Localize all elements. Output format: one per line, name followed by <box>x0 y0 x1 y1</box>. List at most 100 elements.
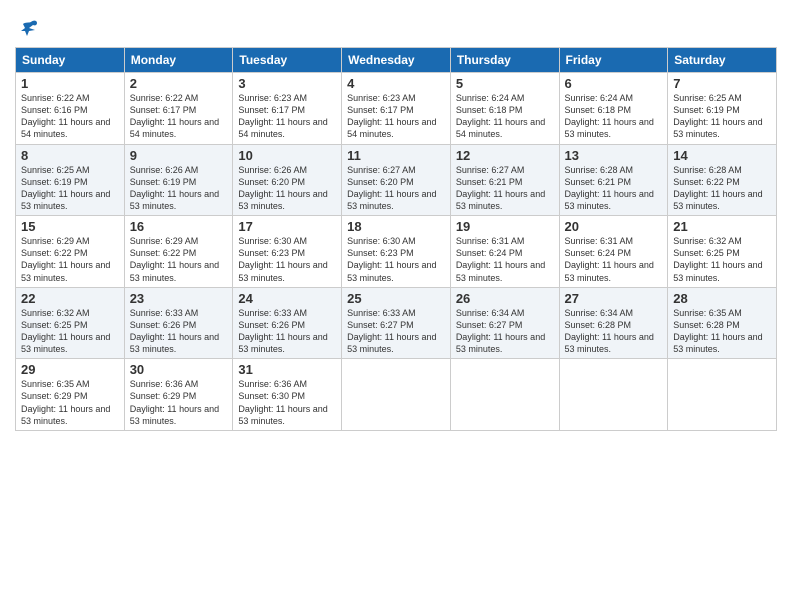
table-row: 26 Sunrise: 6:34 AM Sunset: 6:27 PM Dayl… <box>450 287 559 359</box>
table-row: 1 Sunrise: 6:22 AM Sunset: 6:16 PM Dayli… <box>16 73 125 145</box>
page: Sunday Monday Tuesday Wednesday Thursday… <box>0 0 792 612</box>
day-number: 31 <box>238 362 336 377</box>
day-info: Sunrise: 6:36 AM Sunset: 6:29 PM Dayligh… <box>130 378 228 427</box>
table-row: 29 Sunrise: 6:35 AM Sunset: 6:29 PM Dayl… <box>16 359 125 431</box>
day-number: 10 <box>238 148 336 163</box>
table-row <box>559 359 668 431</box>
day-number: 26 <box>456 291 554 306</box>
header-monday: Monday <box>124 48 233 73</box>
day-number: 13 <box>565 148 663 163</box>
day-info: Sunrise: 6:33 AM Sunset: 6:26 PM Dayligh… <box>238 307 336 356</box>
table-row: 5 Sunrise: 6:24 AM Sunset: 6:18 PM Dayli… <box>450 73 559 145</box>
day-info: Sunrise: 6:28 AM Sunset: 6:22 PM Dayligh… <box>673 164 771 213</box>
table-row: 22 Sunrise: 6:32 AM Sunset: 6:25 PM Dayl… <box>16 287 125 359</box>
calendar-week-row: 15 Sunrise: 6:29 AM Sunset: 6:22 PM Dayl… <box>16 216 777 288</box>
day-info: Sunrise: 6:30 AM Sunset: 6:23 PM Dayligh… <box>347 235 445 284</box>
day-info: Sunrise: 6:33 AM Sunset: 6:26 PM Dayligh… <box>130 307 228 356</box>
table-row: 9 Sunrise: 6:26 AM Sunset: 6:19 PM Dayli… <box>124 144 233 216</box>
table-row <box>342 359 451 431</box>
day-number: 17 <box>238 219 336 234</box>
table-row: 18 Sunrise: 6:30 AM Sunset: 6:23 PM Dayl… <box>342 216 451 288</box>
day-number: 15 <box>21 219 119 234</box>
table-row: 17 Sunrise: 6:30 AM Sunset: 6:23 PM Dayl… <box>233 216 342 288</box>
table-row: 4 Sunrise: 6:23 AM Sunset: 6:17 PM Dayli… <box>342 73 451 145</box>
day-info: Sunrise: 6:36 AM Sunset: 6:30 PM Dayligh… <box>238 378 336 427</box>
day-number: 12 <box>456 148 554 163</box>
day-info: Sunrise: 6:34 AM Sunset: 6:28 PM Dayligh… <box>565 307 663 356</box>
day-number: 4 <box>347 76 445 91</box>
day-info: Sunrise: 6:34 AM Sunset: 6:27 PM Dayligh… <box>456 307 554 356</box>
table-row: 24 Sunrise: 6:33 AM Sunset: 6:26 PM Dayl… <box>233 287 342 359</box>
table-row: 11 Sunrise: 6:27 AM Sunset: 6:20 PM Dayl… <box>342 144 451 216</box>
day-info: Sunrise: 6:25 AM Sunset: 6:19 PM Dayligh… <box>21 164 119 213</box>
day-number: 14 <box>673 148 771 163</box>
table-row: 12 Sunrise: 6:27 AM Sunset: 6:21 PM Dayl… <box>450 144 559 216</box>
day-number: 29 <box>21 362 119 377</box>
header-tuesday: Tuesday <box>233 48 342 73</box>
header-wednesday: Wednesday <box>342 48 451 73</box>
day-info: Sunrise: 6:33 AM Sunset: 6:27 PM Dayligh… <box>347 307 445 356</box>
calendar-table: Sunday Monday Tuesday Wednesday Thursday… <box>15 47 777 431</box>
day-number: 30 <box>130 362 228 377</box>
day-info: Sunrise: 6:27 AM Sunset: 6:21 PM Dayligh… <box>456 164 554 213</box>
day-info: Sunrise: 6:26 AM Sunset: 6:19 PM Dayligh… <box>130 164 228 213</box>
day-info: Sunrise: 6:27 AM Sunset: 6:20 PM Dayligh… <box>347 164 445 213</box>
day-info: Sunrise: 6:28 AM Sunset: 6:21 PM Dayligh… <box>565 164 663 213</box>
header <box>15 10 777 39</box>
day-number: 23 <box>130 291 228 306</box>
day-number: 22 <box>21 291 119 306</box>
calendar-week-row: 1 Sunrise: 6:22 AM Sunset: 6:16 PM Dayli… <box>16 73 777 145</box>
day-number: 24 <box>238 291 336 306</box>
day-info: Sunrise: 6:23 AM Sunset: 6:17 PM Dayligh… <box>347 92 445 141</box>
table-row: 28 Sunrise: 6:35 AM Sunset: 6:28 PM Dayl… <box>668 287 777 359</box>
table-row: 6 Sunrise: 6:24 AM Sunset: 6:18 PM Dayli… <box>559 73 668 145</box>
day-info: Sunrise: 6:26 AM Sunset: 6:20 PM Dayligh… <box>238 164 336 213</box>
header-sunday: Sunday <box>16 48 125 73</box>
calendar-week-row: 8 Sunrise: 6:25 AM Sunset: 6:19 PM Dayli… <box>16 144 777 216</box>
day-number: 27 <box>565 291 663 306</box>
table-row <box>450 359 559 431</box>
day-number: 2 <box>130 76 228 91</box>
table-row: 13 Sunrise: 6:28 AM Sunset: 6:21 PM Dayl… <box>559 144 668 216</box>
day-number: 25 <box>347 291 445 306</box>
day-number: 28 <box>673 291 771 306</box>
table-row: 2 Sunrise: 6:22 AM Sunset: 6:17 PM Dayli… <box>124 73 233 145</box>
day-info: Sunrise: 6:24 AM Sunset: 6:18 PM Dayligh… <box>456 92 554 141</box>
table-row: 20 Sunrise: 6:31 AM Sunset: 6:24 PM Dayl… <box>559 216 668 288</box>
day-info: Sunrise: 6:25 AM Sunset: 6:19 PM Dayligh… <box>673 92 771 141</box>
day-number: 20 <box>565 219 663 234</box>
day-info: Sunrise: 6:35 AM Sunset: 6:29 PM Dayligh… <box>21 378 119 427</box>
day-number: 5 <box>456 76 554 91</box>
table-row: 27 Sunrise: 6:34 AM Sunset: 6:28 PM Dayl… <box>559 287 668 359</box>
calendar-week-row: 22 Sunrise: 6:32 AM Sunset: 6:25 PM Dayl… <box>16 287 777 359</box>
table-row: 25 Sunrise: 6:33 AM Sunset: 6:27 PM Dayl… <box>342 287 451 359</box>
table-row: 21 Sunrise: 6:32 AM Sunset: 6:25 PM Dayl… <box>668 216 777 288</box>
day-number: 18 <box>347 219 445 234</box>
header-saturday: Saturday <box>668 48 777 73</box>
table-row: 30 Sunrise: 6:36 AM Sunset: 6:29 PM Dayl… <box>124 359 233 431</box>
table-row: 31 Sunrise: 6:36 AM Sunset: 6:30 PM Dayl… <box>233 359 342 431</box>
day-info: Sunrise: 6:22 AM Sunset: 6:17 PM Dayligh… <box>130 92 228 141</box>
calendar-week-row: 29 Sunrise: 6:35 AM Sunset: 6:29 PM Dayl… <box>16 359 777 431</box>
day-number: 19 <box>456 219 554 234</box>
day-info: Sunrise: 6:24 AM Sunset: 6:18 PM Dayligh… <box>565 92 663 141</box>
calendar-header-row: Sunday Monday Tuesday Wednesday Thursday… <box>16 48 777 73</box>
table-row: 14 Sunrise: 6:28 AM Sunset: 6:22 PM Dayl… <box>668 144 777 216</box>
day-info: Sunrise: 6:29 AM Sunset: 6:22 PM Dayligh… <box>130 235 228 284</box>
table-row: 23 Sunrise: 6:33 AM Sunset: 6:26 PM Dayl… <box>124 287 233 359</box>
day-number: 1 <box>21 76 119 91</box>
day-number: 6 <box>565 76 663 91</box>
day-number: 3 <box>238 76 336 91</box>
day-info: Sunrise: 6:32 AM Sunset: 6:25 PM Dayligh… <box>673 235 771 284</box>
logo <box>15 14 39 39</box>
day-info: Sunrise: 6:31 AM Sunset: 6:24 PM Dayligh… <box>565 235 663 284</box>
day-info: Sunrise: 6:35 AM Sunset: 6:28 PM Dayligh… <box>673 307 771 356</box>
table-row: 7 Sunrise: 6:25 AM Sunset: 6:19 PM Dayli… <box>668 73 777 145</box>
day-info: Sunrise: 6:31 AM Sunset: 6:24 PM Dayligh… <box>456 235 554 284</box>
day-number: 16 <box>130 219 228 234</box>
day-number: 11 <box>347 148 445 163</box>
day-number: 7 <box>673 76 771 91</box>
table-row: 3 Sunrise: 6:23 AM Sunset: 6:17 PM Dayli… <box>233 73 342 145</box>
day-number: 8 <box>21 148 119 163</box>
day-info: Sunrise: 6:22 AM Sunset: 6:16 PM Dayligh… <box>21 92 119 141</box>
